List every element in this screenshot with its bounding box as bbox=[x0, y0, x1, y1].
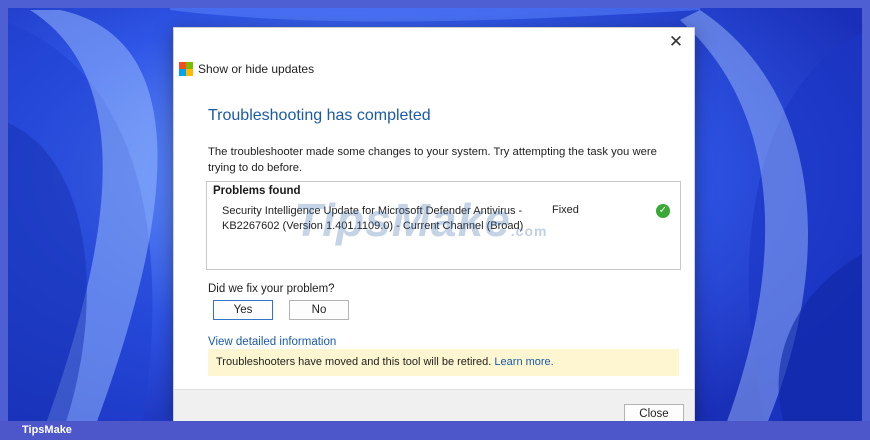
no-button[interactable]: No bbox=[289, 300, 349, 320]
watermark-text: TipsMake bbox=[294, 194, 511, 246]
logo-quadrant bbox=[186, 62, 193, 69]
window-title-row: Show or hide updates bbox=[179, 62, 314, 76]
view-details-link[interactable]: View detailed information bbox=[208, 336, 336, 348]
watermark: TipsMake.com bbox=[294, 193, 547, 247]
logo-quadrant bbox=[179, 62, 186, 69]
checkmark-circle-icon: ✓ bbox=[656, 204, 670, 218]
watermark-suffix: .com bbox=[510, 223, 548, 239]
page-title: Troubleshooting has completed bbox=[208, 107, 431, 124]
close-icon[interactable]: ✕ bbox=[664, 31, 688, 53]
logo-quadrant bbox=[179, 69, 186, 76]
description-text: The troubleshooter made some changes to … bbox=[208, 146, 657, 174]
dialog-footer bbox=[174, 389, 694, 422]
problem-status: Fixed bbox=[552, 204, 579, 216]
windows-logo-icon bbox=[179, 62, 193, 76]
yes-button[interactable]: Yes bbox=[213, 300, 273, 320]
problems-title: Problems found bbox=[213, 185, 301, 197]
feedback-question: Did we fix your problem? bbox=[208, 283, 335, 295]
troubleshooter-dialog: ✕ Show or hide updates Troubleshooting h… bbox=[173, 27, 695, 424]
learn-more-link[interactable]: Learn more. bbox=[494, 356, 553, 368]
brand-footer: TipsMake bbox=[0, 421, 870, 440]
retirement-notice: Troubleshooters have moved and this tool… bbox=[208, 349, 679, 376]
brand-footer-text: TipsMake bbox=[22, 424, 72, 436]
window-title: Show or hide updates bbox=[198, 62, 315, 76]
logo-quadrant bbox=[186, 69, 193, 76]
notice-text: Troubleshooters have moved and this tool… bbox=[216, 356, 492, 368]
